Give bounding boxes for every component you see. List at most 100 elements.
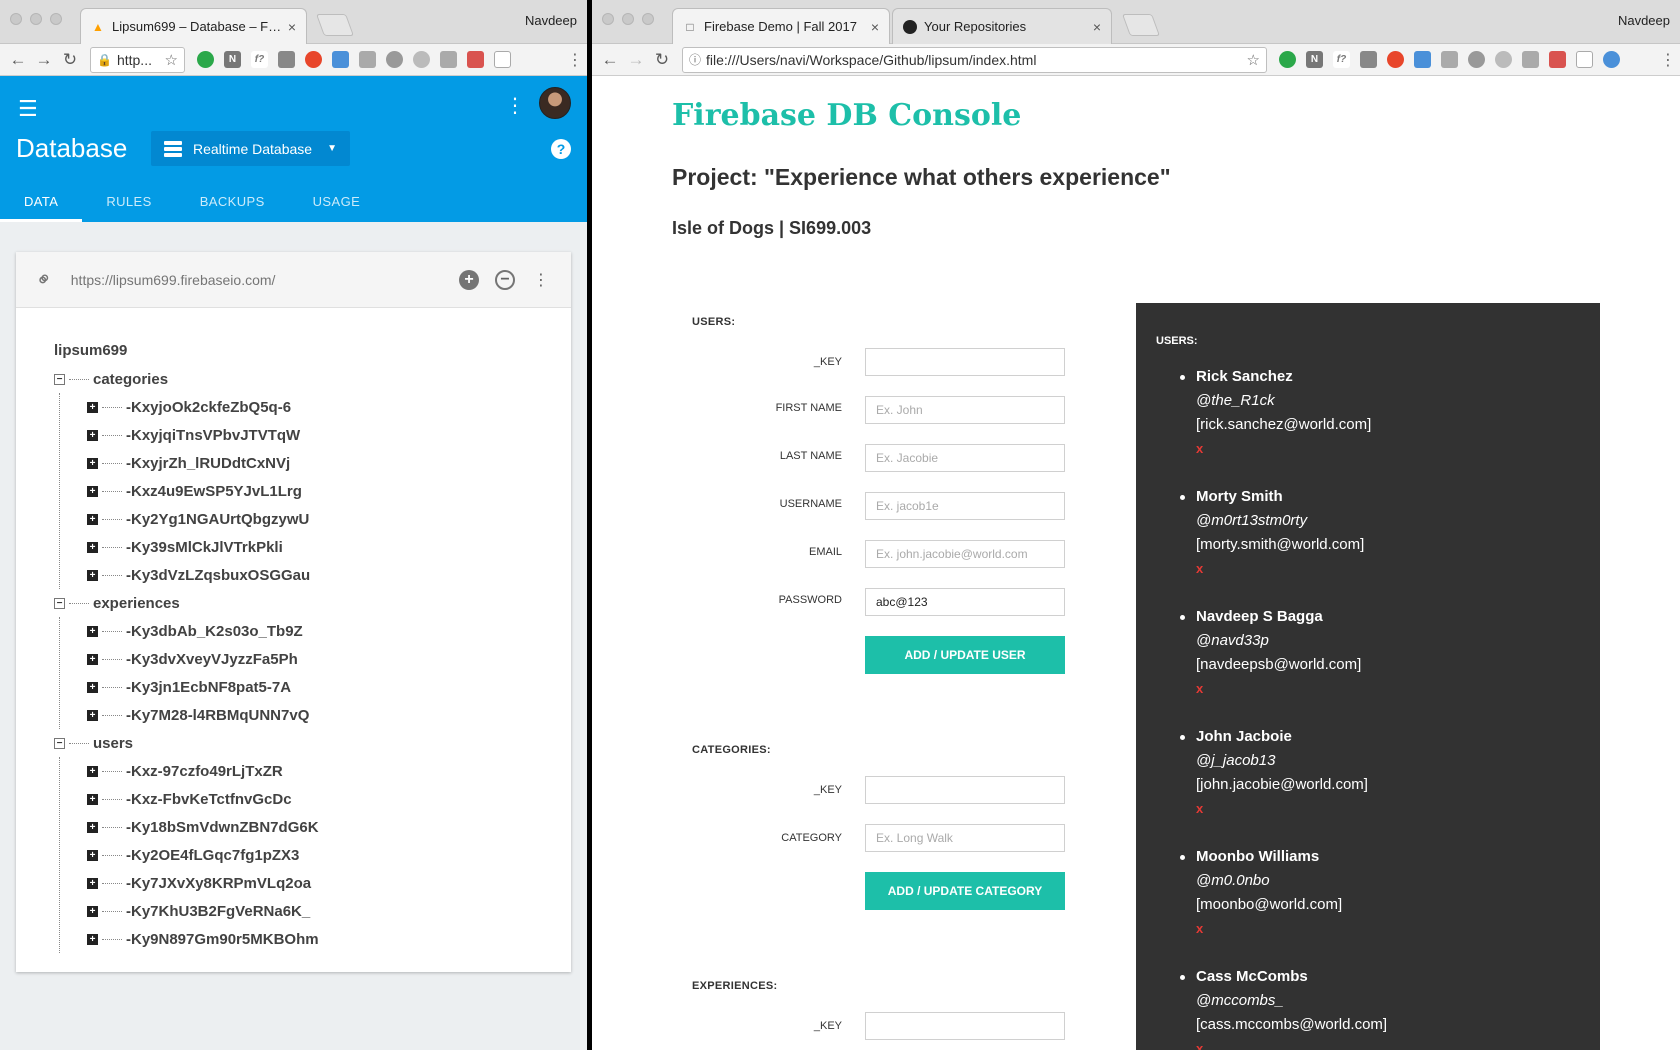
tree-key-row[interactable]: + -KxyjrZh_lRUDdtCxNVj bbox=[60, 449, 571, 477]
tree-root[interactable]: lipsum699 bbox=[54, 337, 571, 365]
help-icon[interactable]: ? bbox=[551, 139, 571, 159]
last-name-input[interactable]: Ex. Jacobie bbox=[865, 444, 1065, 472]
close-tab-icon[interactable]: × bbox=[871, 19, 879, 35]
tree-key-label[interactable]: -KxyjoOk2ckfeZbQ5q-6 bbox=[126, 399, 291, 416]
expand-icon[interactable]: + bbox=[87, 821, 98, 833]
extension-icon[interactable] bbox=[197, 51, 214, 68]
tree-key-label[interactable]: -Ky3dbAb_K2s03o_Tb9Z bbox=[126, 623, 303, 640]
expand-icon[interactable]: + bbox=[87, 653, 98, 665]
address-bar[interactable]: ⓘ file:///Users/navi/Workspace/Github/li… bbox=[682, 46, 1267, 73]
password-input[interactable]: abc@123 bbox=[865, 588, 1065, 616]
tree-key-row[interactable]: + -Ky3dvXveyVJyzzFa5Ph bbox=[60, 645, 571, 673]
database-selector[interactable]: Realtime Database ▼ bbox=[151, 131, 350, 166]
extension-icon[interactable]: f? bbox=[1333, 51, 1350, 68]
tree-key-row[interactable]: + -Ky3dbAb_K2s03o_Tb9Z bbox=[60, 617, 571, 645]
extension-icon[interactable] bbox=[1414, 51, 1431, 68]
extension-icon[interactable] bbox=[1522, 51, 1539, 68]
expand-icon[interactable]: + bbox=[87, 793, 98, 805]
delete-user-button[interactable]: x bbox=[1196, 797, 1387, 821]
expand-icon[interactable]: + bbox=[87, 681, 98, 693]
tree-key-label[interactable]: -Kxz-FbvKeTctfnvGcDc bbox=[126, 791, 292, 808]
email-input[interactable]: Ex. john.jacobie@world.com bbox=[865, 540, 1065, 568]
expand-icon[interactable]: + bbox=[87, 541, 98, 553]
reload-icon[interactable]: ↻ bbox=[650, 48, 674, 72]
extension-icon[interactable] bbox=[305, 51, 322, 68]
tab-backups[interactable]: BACKUPS bbox=[176, 180, 289, 222]
extension-icon[interactable] bbox=[1576, 51, 1593, 68]
tree-key-row[interactable]: + -Kxz-FbvKeTctfnvGcDc bbox=[60, 785, 571, 813]
info-icon[interactable]: ⓘ bbox=[689, 51, 701, 68]
add-category-button[interactable]: ADD / UPDATE CATEGORY bbox=[865, 872, 1065, 910]
tree-node-label[interactable]: categories bbox=[93, 371, 168, 388]
category-key-input[interactable] bbox=[865, 776, 1065, 804]
tree-key-label[interactable]: -Ky7KhU3B2FgVeRNa6K_ bbox=[126, 903, 310, 920]
profile-name[interactable]: Navdeep bbox=[525, 13, 577, 28]
tree-key-row[interactable]: + -KxyjoOk2ckfeZbQ5q-6 bbox=[60, 393, 571, 421]
add-user-button[interactable]: ADD / UPDATE USER bbox=[865, 636, 1065, 674]
reload-icon[interactable]: ↻ bbox=[58, 48, 82, 72]
remove-icon[interactable]: − bbox=[495, 269, 515, 290]
tree-key-label[interactable]: -Ky2OE4fLGqc7fg1pZX3 bbox=[126, 847, 299, 864]
avatar[interactable] bbox=[539, 87, 571, 119]
extension-icon[interactable]: N bbox=[1306, 51, 1323, 68]
profile-name[interactable]: Navdeep bbox=[1618, 13, 1670, 28]
category-input[interactable]: Ex. Long Walk bbox=[865, 824, 1065, 852]
tree-key-label[interactable]: -Ky3dVzLZqsbuxOSGGau bbox=[126, 567, 310, 584]
delete-user-button[interactable]: x bbox=[1196, 677, 1387, 701]
collapse-icon[interactable]: − bbox=[54, 597, 65, 609]
close-tab-icon[interactable]: × bbox=[1093, 19, 1101, 35]
tab-usage[interactable]: USAGE bbox=[289, 180, 385, 222]
tree-key-label[interactable]: -Kxz-97czfo49rLjTxZR bbox=[126, 763, 283, 780]
expand-icon[interactable]: + bbox=[87, 625, 98, 637]
hamburger-menu-icon[interactable]: ☰ bbox=[18, 96, 38, 122]
expand-icon[interactable]: + bbox=[87, 877, 98, 889]
tree-key-label[interactable]: -Ky3jn1EcbNF8pat5-7A bbox=[126, 679, 291, 696]
pocket-icon[interactable] bbox=[278, 51, 295, 68]
extension-icon[interactable] bbox=[440, 51, 457, 68]
tree-key-row[interactable]: + -Ky7JXvXy8KRPmVLq2oa bbox=[60, 869, 571, 897]
more-options-icon[interactable]: ⋮ bbox=[505, 93, 525, 118]
browser-menu-icon[interactable]: ⋮ bbox=[567, 50, 583, 70]
tree-key-row[interactable]: + -KxyjqiTnsVPbvJTVTqW bbox=[60, 421, 571, 449]
expand-icon[interactable]: + bbox=[87, 401, 98, 413]
new-tab-button[interactable] bbox=[315, 14, 355, 36]
extension-icon[interactable]: N bbox=[224, 51, 241, 68]
extension-icon[interactable] bbox=[359, 51, 376, 68]
expand-icon[interactable]: + bbox=[87, 905, 98, 917]
tree-key-label[interactable]: -Ky7JXvXy8KRPmVLq2oa bbox=[126, 875, 311, 892]
tab-data[interactable]: DATA bbox=[0, 180, 83, 222]
extension-icon[interactable] bbox=[494, 51, 511, 68]
tab-firebase-database[interactable]: ▲ Lipsum699 – Database – Fireb × bbox=[80, 8, 307, 44]
collapse-icon[interactable]: − bbox=[54, 737, 65, 749]
back-icon[interactable]: ← bbox=[598, 48, 622, 72]
expand-icon[interactable]: + bbox=[87, 513, 98, 525]
first-name-input[interactable]: Ex. John bbox=[865, 396, 1065, 424]
tree-key-label[interactable]: -KxyjrZh_lRUDdtCxNVj bbox=[126, 455, 290, 472]
tree-key-row[interactable]: + -Ky7KhU3B2FgVeRNa6K_ bbox=[60, 897, 571, 925]
user-key-input[interactable] bbox=[865, 348, 1065, 376]
expand-icon[interactable]: + bbox=[87, 429, 98, 441]
tree-key-row[interactable]: + -Ky9N897Gm90r5MKBOhm bbox=[60, 925, 571, 953]
tree-key-row[interactable]: + -Ky2Yg1NGAUrtQbgzywU bbox=[60, 505, 571, 533]
expand-icon[interactable]: + bbox=[87, 849, 98, 861]
extension-icon[interactable] bbox=[1549, 51, 1566, 68]
tree-key-label[interactable]: -KxyjqiTnsVPbvJTVTqW bbox=[126, 427, 300, 444]
tree-key-label[interactable]: -Ky3dvXveyVJyzzFa5Ph bbox=[126, 651, 298, 668]
add-child-icon[interactable]: + bbox=[459, 269, 479, 290]
extension-icon[interactable] bbox=[332, 51, 349, 68]
tree-key-label[interactable]: -Ky39sMlCkJlVTrkPkli bbox=[126, 539, 283, 556]
expand-icon[interactable]: + bbox=[87, 457, 98, 469]
forward-icon[interactable]: → bbox=[624, 48, 648, 72]
tree-key-row[interactable]: + -Ky3jn1EcbNF8pat5-7A bbox=[60, 673, 571, 701]
tree-key-label[interactable]: -Ky2Yg1NGAUrtQbgzywU bbox=[126, 511, 309, 528]
extension-icon[interactable] bbox=[1279, 51, 1296, 68]
extension-icon[interactable] bbox=[1495, 51, 1512, 68]
extension-icon[interactable] bbox=[386, 51, 403, 68]
tab-rules[interactable]: RULES bbox=[82, 180, 175, 222]
tab-firebase-demo[interactable]: □ Firebase Demo | Fall 2017 × bbox=[672, 8, 890, 44]
tree-key-row[interactable]: + -Ky2OE4fLGqc7fg1pZX3 bbox=[60, 841, 571, 869]
close-tab-icon[interactable]: × bbox=[288, 19, 296, 35]
delete-user-button[interactable]: x bbox=[1196, 1037, 1387, 1050]
tree-key-row[interactable]: + -Ky18bSmVdwnZBN7dG6K bbox=[60, 813, 571, 841]
tree-key-label[interactable]: -Ky7M28-l4RBMqUNN7vQ bbox=[126, 707, 309, 724]
